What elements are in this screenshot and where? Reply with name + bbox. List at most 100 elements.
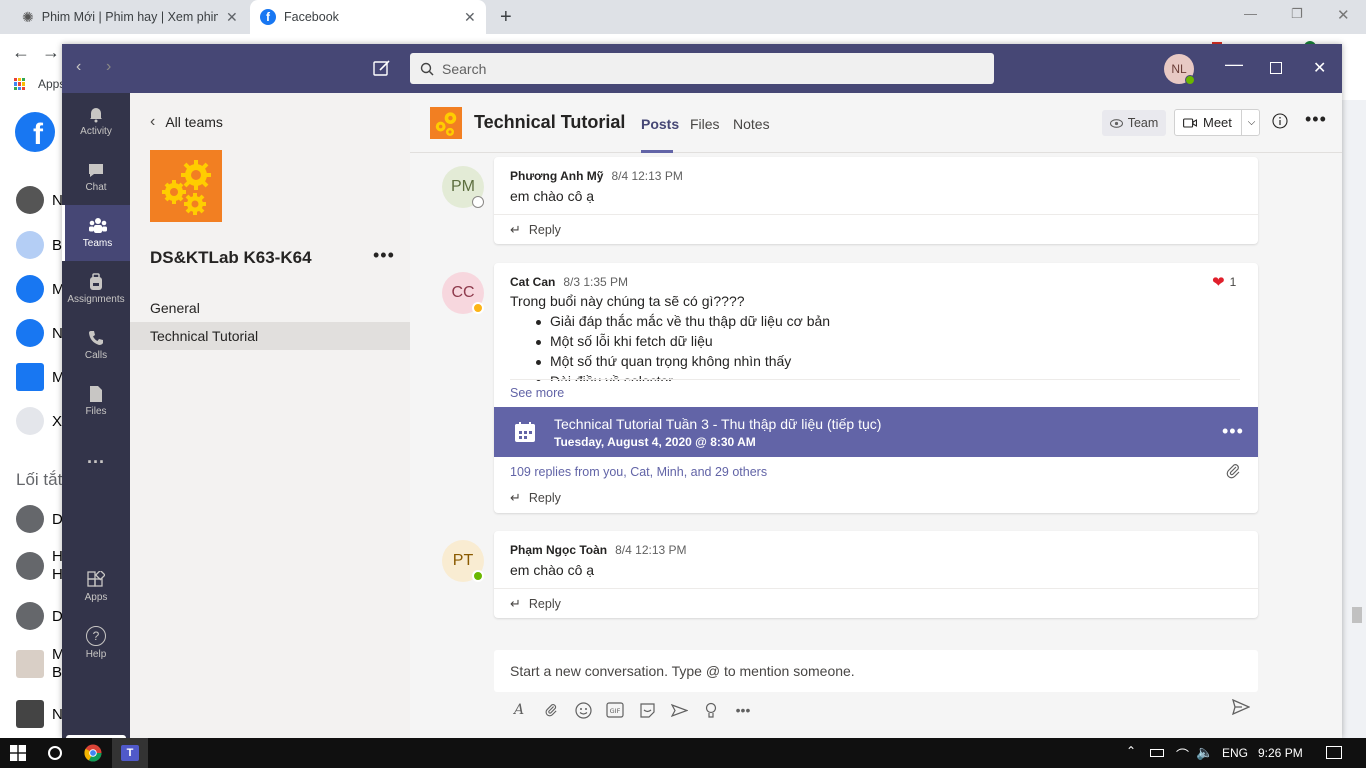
rail-activity[interactable]: Activity xyxy=(62,93,130,149)
replies-summary-link[interactable]: 109 replies from you, Cat, Minh, and 29 … xyxy=(510,465,767,479)
rail-files[interactable]: Files xyxy=(62,373,130,429)
fb-sidebar-item[interactable]: X xyxy=(16,407,62,435)
eye-icon xyxy=(1109,118,1123,128)
status-available-icon xyxy=(1185,75,1195,85)
close-window-icon[interactable]: ✕ xyxy=(1337,6,1350,24)
close-tab-icon[interactable]: ✕ xyxy=(464,9,476,26)
more-options-icon[interactable]: ••• xyxy=(734,701,752,719)
forward-arrow-icon[interactable]: → xyxy=(42,42,60,63)
rail-assignments[interactable]: Assignments xyxy=(62,261,130,317)
volume-icon[interactable]: 🔈 xyxy=(1196,744,1213,761)
more-options-icon[interactable]: ••• xyxy=(1305,109,1327,130)
fb-shortcut-item[interactable]: N xyxy=(16,700,63,728)
all-teams-link[interactable]: ‹ All teams xyxy=(150,113,223,131)
minimize-icon[interactable]: — xyxy=(1244,6,1257,21)
forward-chevron-icon[interactable]: › xyxy=(106,58,111,76)
chevron-up-icon[interactable]: ⌃ xyxy=(1126,744,1136,758)
group-avatar xyxy=(16,700,44,728)
fb-sidebar-item[interactable]: M xyxy=(16,275,65,303)
avatar[interactable]: CC xyxy=(442,272,484,314)
send-icon[interactable] xyxy=(1232,699,1250,715)
meet-button[interactable]: Meet ⌵ xyxy=(1174,109,1260,136)
emoji-icon[interactable] xyxy=(574,701,592,719)
channel-technical-tutorial[interactable]: Technical Tutorial xyxy=(130,322,410,350)
browser-tab-facebook[interactable]: f Facebook ✕ xyxy=(250,0,486,34)
user-avatar[interactable]: NL xyxy=(1164,54,1195,85)
fb-sidebar-item[interactable]: N xyxy=(16,319,63,347)
tab-files[interactable]: Files xyxy=(690,116,720,132)
close-tab-icon[interactable]: ✕ xyxy=(226,9,238,26)
team-more-options-icon[interactable]: ••• xyxy=(373,245,395,266)
reply-button[interactable]: ↵ Reply xyxy=(494,214,1258,244)
rail-more[interactable]: ... xyxy=(62,429,130,485)
praise-icon[interactable] xyxy=(702,701,720,719)
marketplace-icon xyxy=(16,363,44,391)
rail-calls[interactable]: Calls xyxy=(62,317,130,373)
fb-sidebar-item[interactable]: B xyxy=(16,231,62,259)
avatar xyxy=(16,186,44,214)
status-offline-icon xyxy=(472,196,484,208)
search-placeholder: Search xyxy=(442,60,487,77)
fb-sidebar-item[interactable]: N xyxy=(16,186,63,214)
fb-shortcut-item[interactable]: MB xyxy=(16,646,65,682)
sticker-icon[interactable] xyxy=(638,701,656,719)
page-scrollbar-thumb[interactable] xyxy=(1352,607,1362,623)
new-tab-icon[interactable]: + xyxy=(500,6,512,29)
cortana-search-icon[interactable] xyxy=(38,738,72,768)
status-away-icon xyxy=(472,302,484,314)
taskbar-clock[interactable]: 9:26 PM xyxy=(1258,746,1303,760)
minimize-icon[interactable]: — xyxy=(1225,54,1243,75)
windows-start-icon[interactable] xyxy=(0,738,36,768)
chevron-down-icon[interactable]: ⌵ xyxy=(1241,110,1261,135)
fb-shortcut-item[interactable]: D xyxy=(16,602,63,630)
tab-posts[interactable]: Posts xyxy=(641,116,679,132)
teams-title-bar: ‹ › Search NL — ✕ xyxy=(62,44,1342,93)
meet-now-icon[interactable] xyxy=(670,701,688,719)
fb-shortcut-item[interactable]: HH xyxy=(16,548,63,584)
notifications-icon[interactable] xyxy=(1326,746,1342,759)
language-indicator[interactable]: ENG xyxy=(1222,746,1248,760)
channel-logo xyxy=(430,107,462,139)
apps-grid-icon[interactable] xyxy=(14,78,26,90)
gif-icon[interactable]: GIF xyxy=(606,701,624,719)
teams-taskbar-icon[interactable]: T xyxy=(112,738,148,768)
search-input[interactable]: Search xyxy=(410,53,994,84)
new-conversation-input[interactable]: Start a new conversation. Type @ to ment… xyxy=(494,650,1258,692)
browser-tab-strip: ✺ Phim Mới | Phim hay | Xem phim ✕ f Fac… xyxy=(0,0,1366,34)
paperclip-icon[interactable] xyxy=(1226,463,1240,479)
info-icon[interactable] xyxy=(1272,113,1288,129)
browser-tab-phimmoi[interactable]: ✺ Phim Mới | Phim hay | Xem phim ✕ xyxy=(10,0,250,34)
restore-icon[interactable]: ❐ xyxy=(1291,6,1303,22)
chrome-taskbar-icon[interactable] xyxy=(76,738,110,768)
fb-sidebar-item[interactable]: M xyxy=(16,363,65,391)
see-more-link[interactable]: See more xyxy=(510,386,564,400)
channel-general[interactable]: General xyxy=(130,294,410,322)
attach-icon[interactable] xyxy=(542,701,560,719)
fb-shortcut-item[interactable]: D xyxy=(16,505,63,533)
facebook-logo-icon[interactable]: f xyxy=(15,112,55,152)
avatar[interactable]: PM xyxy=(442,166,484,208)
compose-icon[interactable] xyxy=(373,59,391,77)
close-window-icon[interactable]: ✕ xyxy=(1313,58,1326,78)
rail-teams[interactable]: Teams xyxy=(62,205,130,261)
tab-notes[interactable]: Notes xyxy=(733,116,770,132)
rail-help[interactable]: ? Help xyxy=(62,615,130,671)
battery-icon[interactable] xyxy=(1150,749,1164,757)
wifi-icon[interactable]: ⌒ xyxy=(1176,745,1189,764)
more-options-icon[interactable]: ••• xyxy=(1222,421,1244,442)
reply-button[interactable]: ↵ Reply xyxy=(494,588,1258,618)
rail-chat[interactable]: Chat xyxy=(62,149,130,205)
format-icon[interactable]: A xyxy=(510,701,528,719)
maximize-icon[interactable] xyxy=(1270,62,1282,74)
meeting-date: Tuesday, August 4, 2020 @ 8:30 AM xyxy=(554,435,756,449)
facebook-sidebar: f N B M N M X Lối tắt D HH D MB N xyxy=(0,100,65,740)
reply-button[interactable]: ↵ Reply xyxy=(494,483,1258,513)
avatar[interactable]: PT xyxy=(442,540,484,582)
meeting-card[interactable]: Technical Tutorial Tuần 3 - Thu thập dữ … xyxy=(494,407,1258,457)
apps-icon xyxy=(87,571,105,589)
back-chevron-icon[interactable]: ‹ xyxy=(76,58,81,76)
active-tab-indicator xyxy=(641,150,673,153)
back-arrow-icon[interactable]: ← xyxy=(12,42,30,63)
team-button[interactable]: Team xyxy=(1102,110,1166,136)
rail-apps[interactable]: Apps xyxy=(62,559,130,615)
